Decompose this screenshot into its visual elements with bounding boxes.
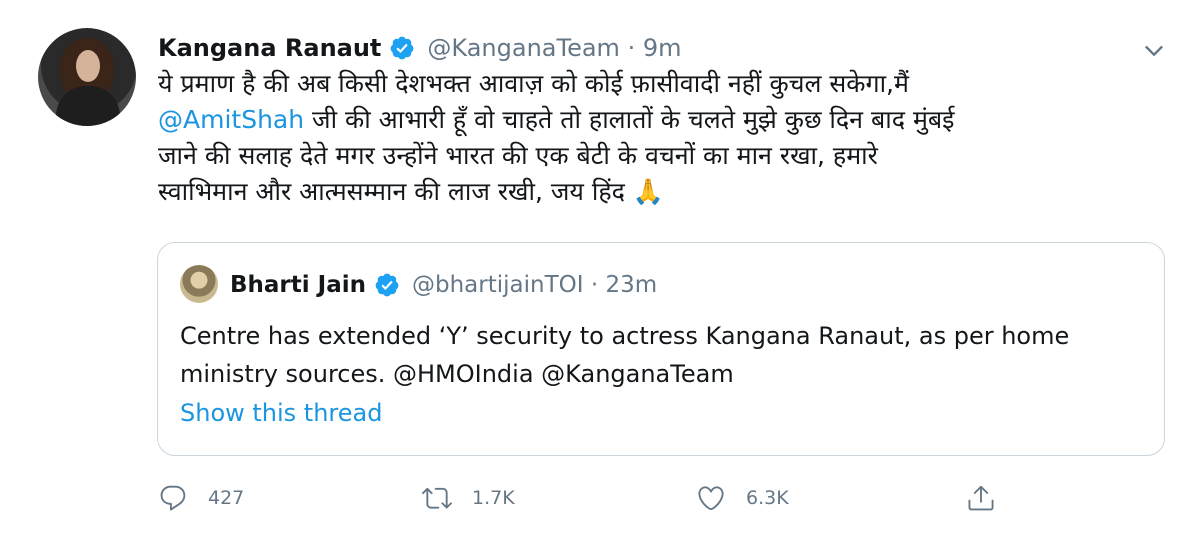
tweet[interactable]: Kangana Ranaut @KanganaTeam · 9m ये प्रम…: [0, 0, 1200, 536]
reply-button[interactable]: 427: [158, 476, 244, 520]
tweet-text-line: ये प्रमाण है की अब किसी देशभक्त आवाज़ को…: [158, 69, 909, 98]
chevron-down-icon[interactable]: [1140, 36, 1168, 64]
reply-count: 427: [208, 487, 245, 509]
quoted-author-avatar: [180, 265, 218, 303]
tweet-header: Kangana Ranaut @KanganaTeam · 9m: [158, 30, 681, 66]
quoted-author-name: Bharti Jain: [230, 272, 366, 298]
like-button[interactable]: 6.3K: [696, 476, 789, 520]
quoted-tweet-header: Bharti Jain @bhartijainTOI · 23m: [230, 265, 657, 305]
verified-icon: [374, 272, 400, 298]
share-icon: [968, 485, 994, 511]
avatar-face: [76, 50, 100, 82]
retweet-count: 1.7K: [472, 487, 515, 509]
tweet-text-line: @AmitShah जी की आभारी हूँ वो चाहते तो हा…: [158, 102, 1158, 138]
retweet-button[interactable]: 1.7K: [422, 476, 515, 520]
tweet-text-line: स्वाभिमान और आत्मसम्मान की लाज रखी, जय ह…: [158, 177, 664, 206]
retweet-icon: [422, 487, 452, 509]
quoted-author-handle-time: @bhartijainTOI · 23m: [412, 272, 658, 298]
verified-icon: [389, 35, 415, 61]
like-icon: [698, 486, 724, 511]
like-count: 6.3K: [746, 487, 789, 509]
tweet-text-line: जाने की सलाह देते मगर उन्होंने भारत की ए…: [158, 141, 878, 170]
avatar-body: [56, 86, 120, 126]
quoted-text-line: ministry sources. @HMOIndia @KanganaTeam: [180, 360, 734, 388]
quoted-text-line: Centre has extended ‘Y’ security to actr…: [180, 322, 1070, 350]
mention-link[interactable]: @AmitShah: [158, 105, 304, 134]
tweet-actions: 427 1.7K 6.3K: [158, 476, 1168, 520]
quoted-tweet-text: Centre has extended ‘Y’ security to actr…: [180, 317, 1150, 393]
quoted-tweet[interactable]: Bharti Jain @bhartijainTOI · 23m Centre …: [157, 242, 1165, 456]
tweet-text: ये प्रमाण है की अब किसी देशभक्त आवाज़ को…: [158, 66, 1158, 210]
share-button[interactable]: [966, 476, 996, 520]
author-avatar[interactable]: [38, 28, 136, 126]
author-handle-time[interactable]: @KanganaTeam · 9m: [427, 34, 681, 62]
tweet-text-line-rest: जी की आभारी हूँ वो चाहते तो हालातों के च…: [312, 105, 955, 134]
reply-icon: [160, 485, 186, 511]
show-thread-link[interactable]: Show this thread: [180, 399, 382, 427]
author-name[interactable]: Kangana Ranaut: [158, 34, 381, 62]
